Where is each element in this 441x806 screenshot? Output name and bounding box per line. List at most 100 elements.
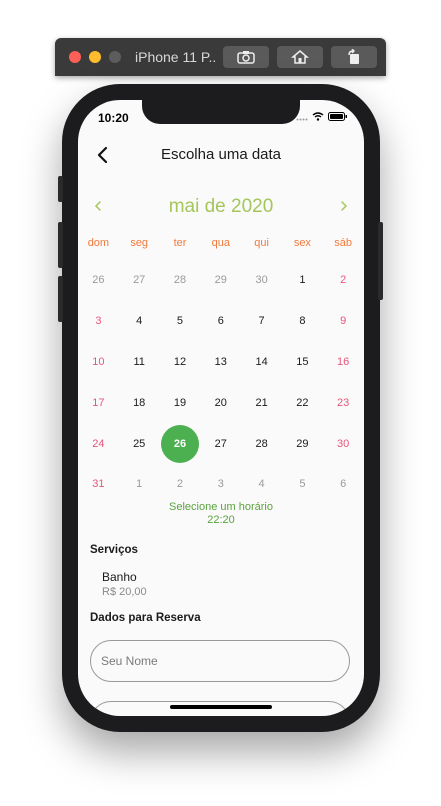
power-button — [378, 222, 383, 300]
calendar-day[interactable]: 1 — [282, 260, 323, 301]
calendar-day-number: 20 — [214, 396, 227, 409]
page-title: Escolha uma data — [160, 146, 282, 163]
status-icons — [296, 112, 348, 121]
calendar-day[interactable]: 13 — [200, 342, 241, 383]
service-item-price: R$ 20,00 — [102, 586, 147, 598]
calendar-day-number: 11 — [133, 355, 145, 368]
calendar-day[interactable]: 16 — [323, 342, 364, 383]
calendar-day[interactable]: 6 — [200, 301, 241, 342]
calendar-day-number: 7 — [258, 315, 265, 328]
calendar-day-number: 30 — [255, 274, 268, 287]
name-input[interactable]: Seu Nome — [90, 640, 350, 682]
zoom-window-button[interactable] — [109, 51, 121, 63]
minimize-window-button[interactable] — [89, 51, 101, 63]
camera-icon — [237, 51, 255, 64]
weekday-label: ter — [173, 237, 187, 249]
calendar-day[interactable]: 4 — [241, 464, 282, 505]
home-button[interactable] — [277, 46, 323, 68]
calendar-day-number: 12 — [173, 355, 187, 368]
calendar-day[interactable]: 10 — [78, 342, 119, 383]
calendar-day[interactable]: 14 — [241, 342, 282, 383]
calendar-day-number: 14 — [255, 355, 268, 368]
calendar-day-number: 27 — [133, 274, 146, 287]
calendar-week-row: 31 1 2 3 4 5 6 — [78, 464, 364, 505]
calendar-day-number: 15 — [296, 355, 309, 368]
calendar-day-number: 4 — [258, 478, 265, 491]
rotate-button[interactable] — [331, 46, 377, 68]
phone-screen: 10:20 Escolha uma data mai de 2020 dom s… — [78, 100, 364, 716]
calendar-grid: 26 27 28 29 30 1 2 3 4 5 6 7 8 9 10 11 12 13 14 15 16 17 18 19 2… — [78, 260, 364, 505]
calendar-day[interactable]: 30 — [323, 423, 364, 464]
calendar-day[interactable]: 31 — [78, 464, 119, 505]
calendar-day[interactable]: 1 — [119, 464, 160, 505]
wifi-icon — [312, 112, 324, 121]
calendar-day-number: 27 — [214, 437, 227, 450]
calendar-day-number: 25 — [133, 437, 146, 450]
weekday-label: sáb — [334, 237, 353, 249]
calendar-day[interactable]: 27 — [119, 260, 160, 301]
close-window-button[interactable] — [69, 51, 81, 63]
battery-icon — [328, 112, 347, 121]
calendar-day[interactable]: 2 — [323, 260, 364, 301]
calendar-day[interactable]: 3 — [78, 301, 119, 342]
calendar-day-number: 2 — [176, 478, 184, 491]
calendar-day-number: 26 — [92, 274, 105, 287]
calendar-day-number: 13 — [214, 355, 227, 368]
calendar-week-row: 26 27 28 29 30 1 2 — [78, 260, 364, 301]
calendar-day[interactable]: 7 — [241, 301, 282, 342]
calendar-day[interactable]: 29 — [200, 260, 241, 301]
calendar-day[interactable]: 9 — [323, 301, 364, 342]
calendar-day[interactable]: 21 — [241, 382, 282, 423]
calendar-day[interactable]: 29 — [282, 423, 323, 464]
screenshot-button[interactable] — [223, 46, 269, 68]
calendar-day[interactable]: 20 — [200, 382, 241, 423]
service-item-name: Banho — [102, 570, 137, 584]
calendar-day[interactable]: 18 — [119, 382, 160, 423]
calendar-day-number: 3 — [217, 478, 224, 491]
calendar-day-number: 9 — [340, 315, 347, 328]
simulator-title: iPhone 11 P... — [135, 49, 215, 65]
calendar-day-number: 4 — [136, 315, 143, 328]
calendar-day[interactable]: 27 — [200, 423, 241, 464]
calendar-day[interactable]: 24 — [78, 423, 119, 464]
calendar-day[interactable]: 23 — [323, 382, 364, 423]
calendar-day[interactable]: 8 — [282, 301, 323, 342]
calendar-day[interactable]: 2 — [160, 464, 201, 505]
calendar-day[interactable]: 3 — [200, 464, 241, 505]
calendar-day[interactable]: 12 — [160, 342, 201, 383]
next-month-chevron-icon[interactable] — [336, 198, 352, 214]
calendar-day[interactable]: 22 — [282, 382, 323, 423]
calendar-day-number: 19 — [173, 396, 187, 409]
calendar-day[interactable]: 28 — [241, 423, 282, 464]
calendar-day[interactable]: 30 — [241, 260, 282, 301]
calendar-day[interactable]: 4 — [119, 301, 160, 342]
calendar-day[interactable]: 17 — [78, 382, 119, 423]
home-icon — [291, 50, 309, 64]
weekday-label: seg — [130, 237, 149, 249]
time-picker[interactable]: Selecione um horário 22:20 — [78, 501, 364, 527]
calendar-day-number: 5 — [299, 478, 306, 491]
calendar-day[interactable]: 11 — [119, 342, 160, 383]
calendar-day[interactable]: 5 — [160, 301, 201, 342]
calendar-week-row: 3 4 5 6 7 8 9 — [78, 301, 364, 342]
calendar-day-number: 17 — [92, 396, 105, 409]
calendar-day[interactable]: 5 — [282, 464, 323, 505]
calendar-day-number: 24 — [92, 437, 105, 450]
volume-up-button — [58, 222, 63, 268]
window-controls — [69, 51, 121, 63]
calendar-day-selected[interactable]: 26 — [160, 423, 201, 464]
calendar-day[interactable]: 28 — [160, 260, 201, 301]
calendar-day[interactable]: 19 — [160, 382, 201, 423]
calendar-day[interactable]: 25 — [119, 423, 160, 464]
month-label: mai de 2020 — [168, 196, 274, 217]
calendar-day-number: 29 — [296, 437, 309, 450]
calendar-day-number: 6 — [217, 315, 224, 328]
weekday-label: dom — [87, 237, 110, 249]
calendar-day[interactable]: 15 — [282, 342, 323, 383]
simulator-toolbar: iPhone 11 P... — [55, 38, 386, 76]
calendar-day[interactable]: 6 — [323, 464, 364, 505]
calendar-day[interactable]: 26 — [78, 260, 119, 301]
calendar-day-number: 2 — [340, 274, 347, 287]
calendar-day-number: 8 — [299, 315, 306, 328]
calendar-week-row: 24 25 26 27 28 29 30 — [78, 423, 364, 464]
